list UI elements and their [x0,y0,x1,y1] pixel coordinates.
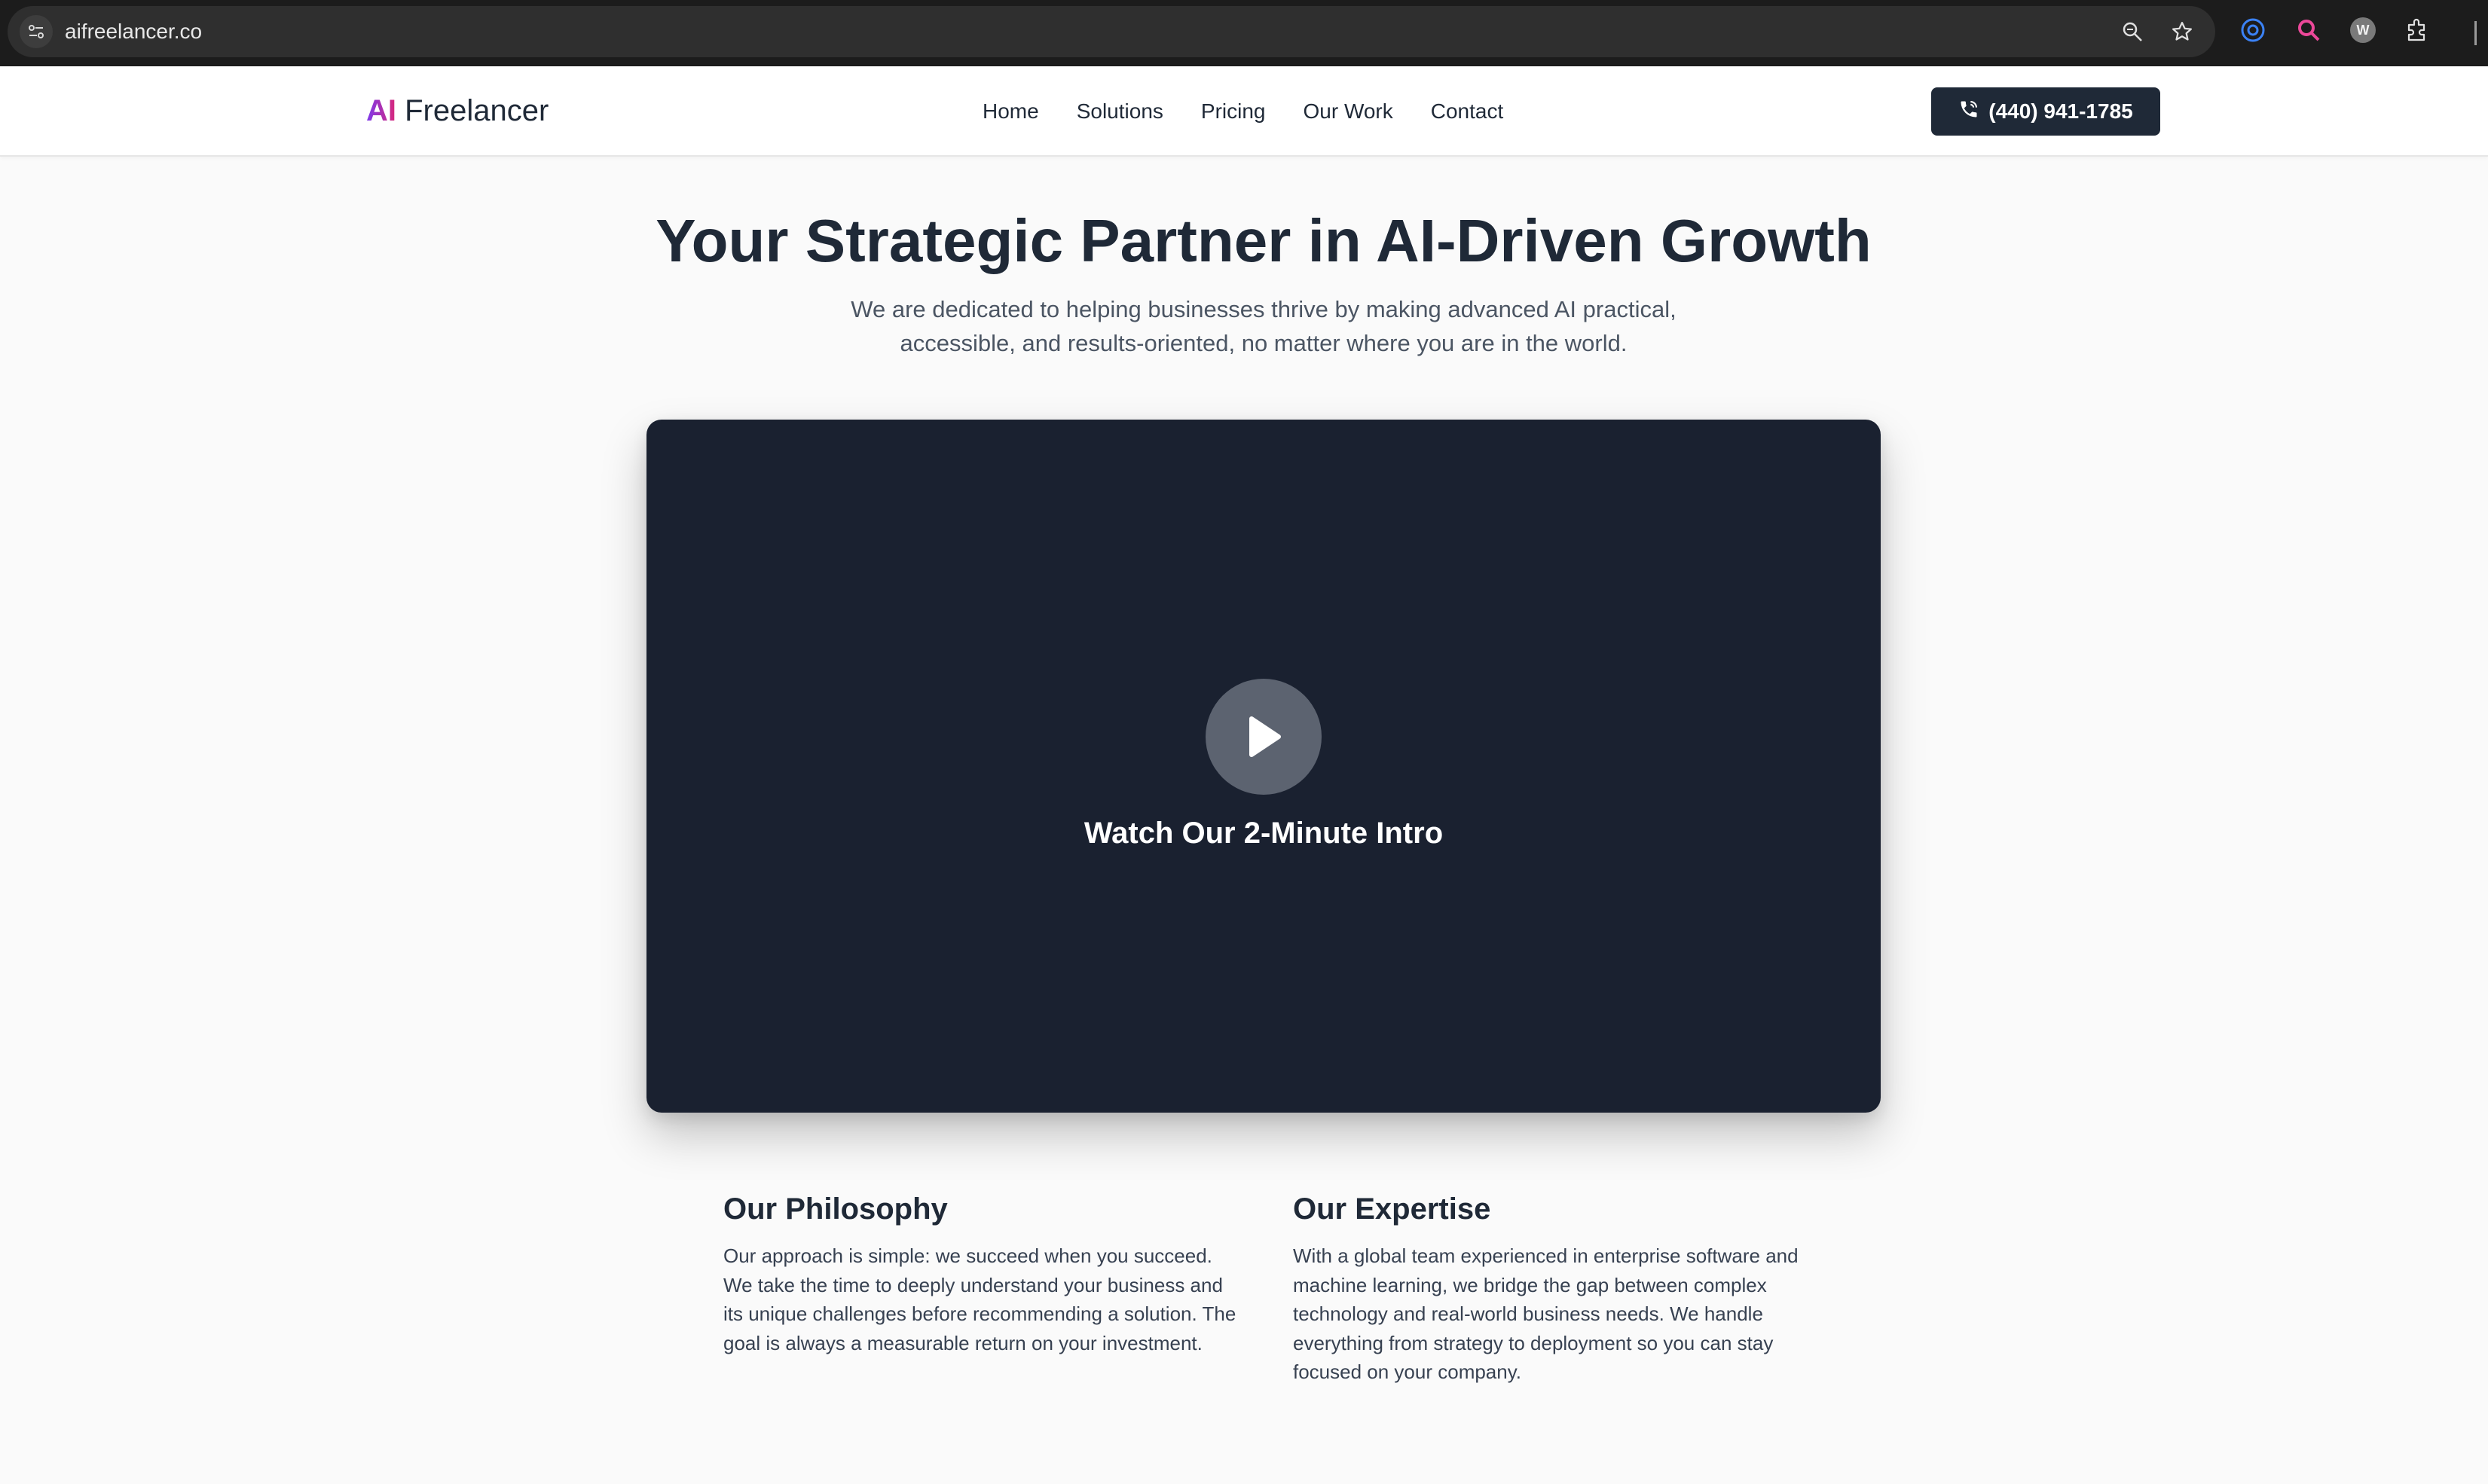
expertise-title: Our Expertise [1293,1192,1491,1226]
url-text[interactable]: aifreelancer.co [65,17,202,47]
phone-button[interactable]: (440) 941-1785 [1931,87,2160,136]
philosophy-text: Our approach is simple: we succeed when … [723,1244,1236,1354]
expertise-section: Our Expertise With a global team experie… [1293,1187,1825,1387]
logo-name: Freelancer [396,94,549,127]
logo[interactable]: AI Freelancer [366,92,549,130]
nav-contact[interactable]: Contact [1431,98,1504,125]
phone-number: (440) 941-1785 [1988,99,2133,123]
profile-avatar-icon[interactable]: W [2348,15,2378,45]
nav-pricing[interactable]: Pricing [1201,98,1266,125]
extension-search-icon[interactable] [2294,15,2324,45]
expertise-text: With a global team experienced in enterp… [1293,1244,1799,1383]
nav-home[interactable]: Home [983,98,1039,125]
toolbar-divider [2474,21,2477,45]
hero-subtitle: We are dedicated to helping businesses t… [851,296,1676,356]
phone-icon [1958,99,1979,125]
play-button[interactable] [1206,679,1322,795]
browser-toolbar: aifreelancer.co W [0,0,2488,66]
logo-ai: AI [366,94,396,127]
address-bar[interactable]: aifreelancer.co [8,6,2215,57]
nav-our-work[interactable]: Our Work [1303,98,1392,125]
video-caption: Watch Our 2-Minute Intro [1084,817,1444,850]
main-nav: Home Solutions Pricing Our Work Contact [983,98,1503,125]
hero-title: Your Strategic Partner in AI-Driven Grow… [656,207,1872,274]
nav-solutions[interactable]: Solutions [1077,98,1163,125]
intro-video[interactable]: Watch Our 2-Minute Intro [646,420,1881,1113]
philosophy-section: Our Philosophy Our approach is simple: w… [723,1187,1243,1357]
zoom-icon[interactable] [2117,17,2147,47]
extensions-puzzle-icon[interactable] [2402,15,2432,45]
philosophy-title: Our Philosophy [723,1192,948,1226]
extension-circle-icon[interactable] [2238,15,2268,45]
site-info-icon[interactable] [20,15,53,48]
site-header: AI Freelancer Home Solutions Pricing Our… [0,66,2488,157]
play-icon [1249,716,1281,757]
bookmark-star-icon[interactable] [2167,17,2197,47]
